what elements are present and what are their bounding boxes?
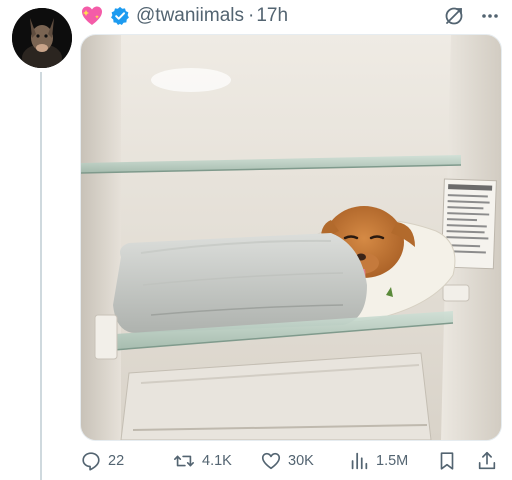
tweet-image[interactable]	[80, 34, 502, 441]
retweet-count: 4.1K	[202, 453, 232, 469]
reply-button[interactable]: 22	[80, 446, 124, 476]
separator-dot: ·	[247, 5, 255, 26]
reply-icon	[80, 450, 102, 472]
timestamp[interactable]: 17h	[256, 5, 288, 27]
grok-icon[interactable]	[442, 4, 466, 28]
share-icon	[476, 450, 498, 472]
thread-line	[40, 72, 42, 480]
like-button[interactable]: 30K	[260, 446, 314, 476]
user-handle[interactable]: @twaniimals	[136, 5, 244, 27]
views-icon	[348, 450, 370, 472]
reply-count: 22	[108, 453, 125, 469]
tweet: @twaniimals · 17h 22 4.1K 30K 1.5M	[0, 0, 512, 480]
like-count: 30K	[288, 453, 314, 469]
retweet-button[interactable]: 4.1K	[172, 446, 232, 476]
sparkling-heart-icon	[80, 4, 104, 28]
like-icon	[260, 450, 282, 472]
action-bar: 22 4.1K 30K 1.5M	[80, 446, 504, 476]
retweet-icon	[172, 450, 196, 472]
more-icon[interactable]	[478, 4, 502, 28]
tweet-header: @twaniimals · 17h	[80, 2, 288, 30]
bookmark-icon	[436, 450, 458, 472]
share-button[interactable]	[476, 446, 498, 476]
views-count: 1.5M	[376, 453, 409, 469]
avatar[interactable]	[12, 8, 72, 68]
views-button[interactable]: 1.5M	[348, 446, 408, 476]
bookmark-button[interactable]	[436, 446, 458, 476]
verified-badge-icon	[110, 6, 130, 26]
